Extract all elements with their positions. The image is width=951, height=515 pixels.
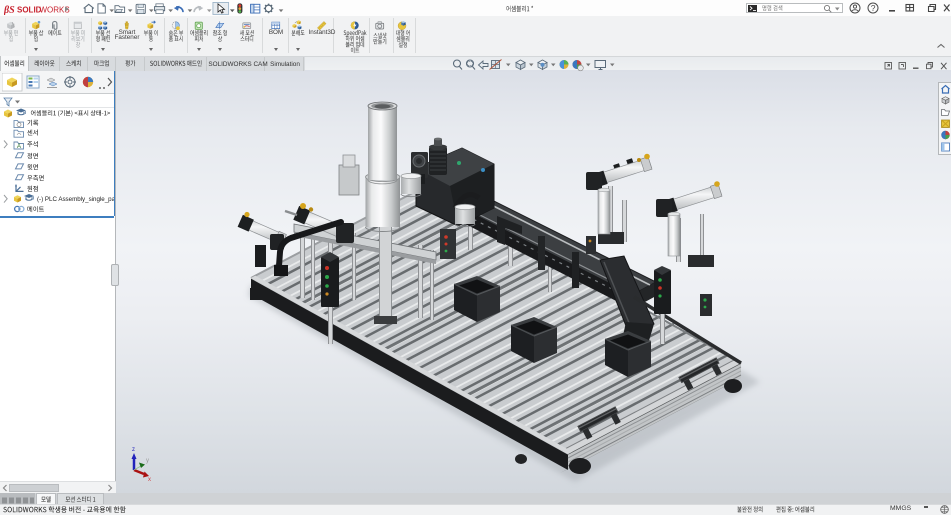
svg-text:?: ? (871, 3, 876, 13)
svg-text:A: A (17, 144, 21, 150)
svg-text:βS: βS (4, 5, 15, 15)
svg-text:SOLID: SOLID (17, 6, 42, 15)
